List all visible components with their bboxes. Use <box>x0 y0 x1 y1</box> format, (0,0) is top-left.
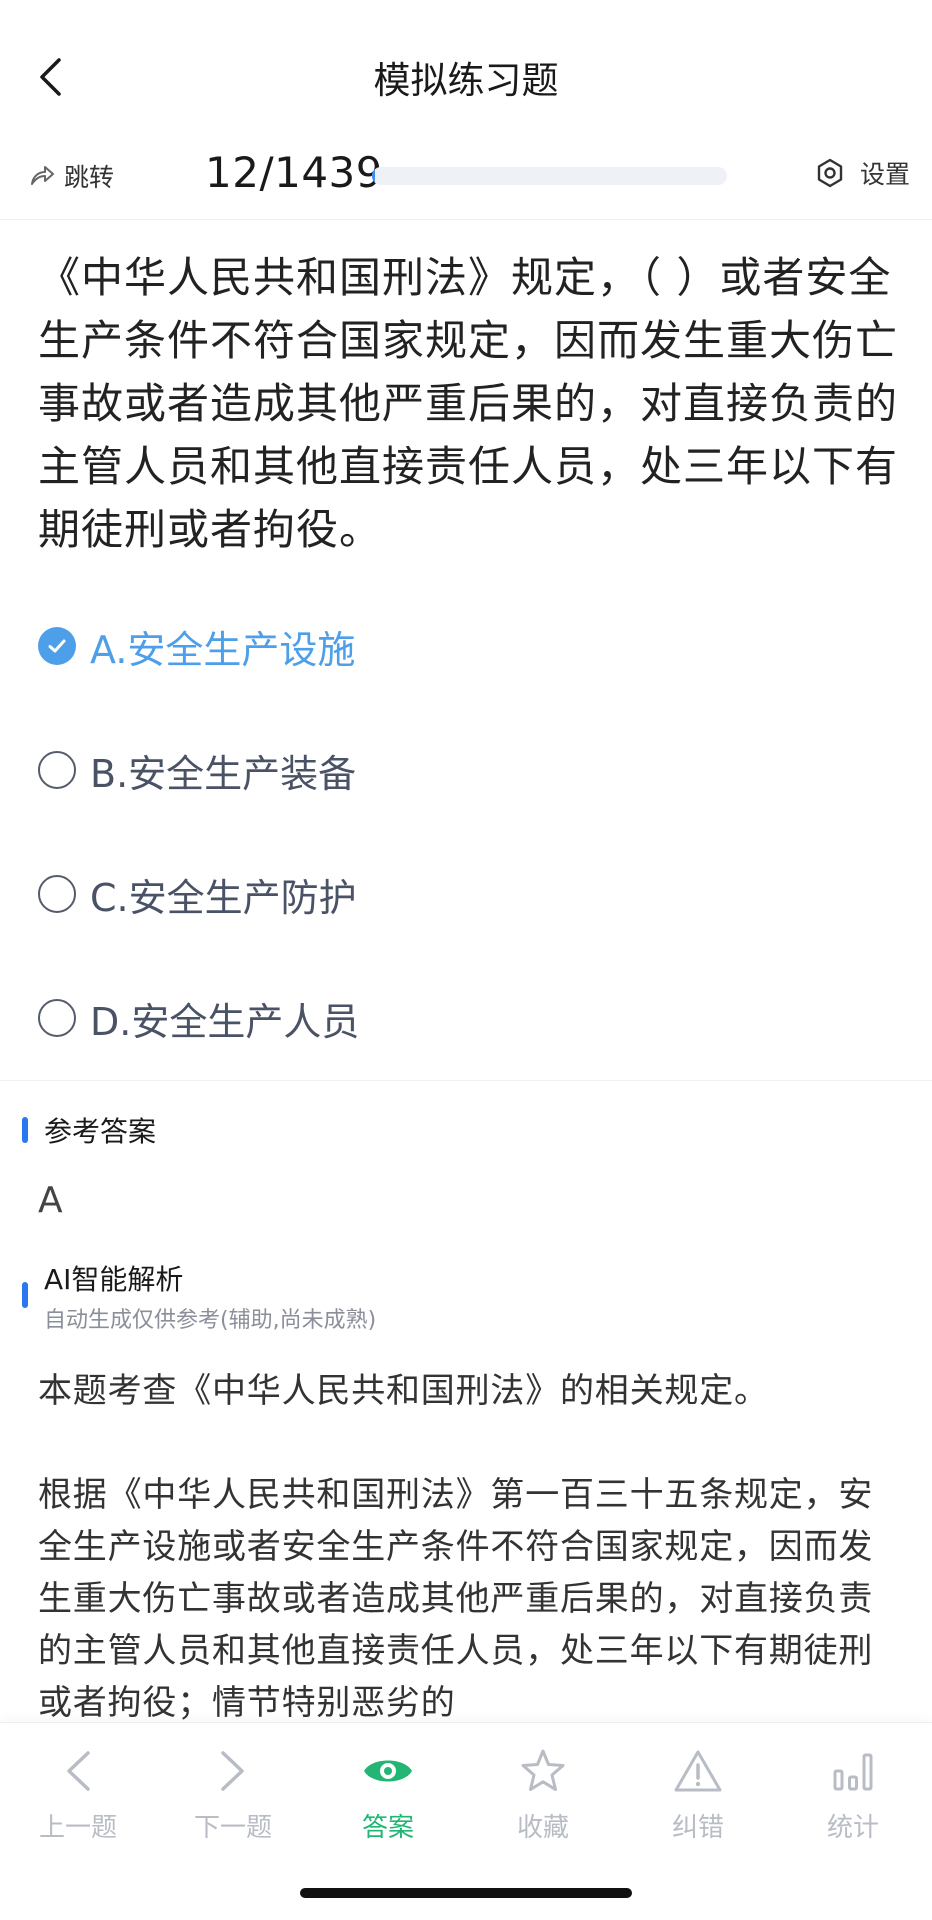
nav-statistics[interactable]: 统计 <box>793 1743 913 1844</box>
analysis-paragraph: 本题考查《中华人民共和国刑法》的相关规定。 <box>38 1371 769 1411</box>
divider <box>0 1080 932 1081</box>
option-radio <box>38 999 76 1037</box>
progress-bar <box>372 167 727 185</box>
progress-row: 跳转 12/1439 设置 <box>0 140 932 220</box>
option-radio <box>38 875 76 913</box>
page-title: 模拟练习题 <box>373 59 559 102</box>
option-c[interactable]: C.安全生产防护 <box>38 864 357 924</box>
option-label: A.安全生产设施 <box>90 627 356 672</box>
chevron-right-icon <box>221 1751 244 1791</box>
section-accent-bar <box>22 1117 28 1143</box>
option-d[interactable]: D.安全生产人员 <box>38 988 359 1048</box>
jump-label: 跳转 <box>64 163 115 192</box>
question-text: 《中华人民共和国刑法》规定，（ ）或者安全生产条件不符合国家规定，因而发生重大伤… <box>38 253 899 554</box>
nav-label: 上一题 <box>38 1813 117 1843</box>
bar-chart-icon <box>833 1753 873 1791</box>
option-label: C.安全生产防护 <box>90 875 357 920</box>
option-a[interactable]: A.安全生产设施 <box>38 616 355 676</box>
section-accent-bar <box>22 1282 28 1308</box>
eye-icon <box>364 1760 412 1782</box>
nav-label: 下一题 <box>193 1813 272 1843</box>
option-radio <box>38 627 76 665</box>
chevron-left-icon <box>67 1751 90 1791</box>
reference-answer-value: A <box>38 1180 63 1221</box>
option-label: D.安全生产人员 <box>90 999 360 1044</box>
nav-report-error[interactable]: 纠错 <box>638 1743 758 1844</box>
nav-label: 纠错 <box>671 1813 724 1843</box>
ai-analysis-subtitle: 自动生成仅供参考(辅助,尚未成熟) <box>44 1308 377 1333</box>
checkmark-icon <box>48 639 66 653</box>
reference-answer-header: 参考答案 <box>22 1110 156 1150</box>
nav-next-question[interactable]: 下一题 <box>173 1743 293 1844</box>
settings-button[interactable]: 设置 <box>814 155 910 191</box>
option-radio <box>38 751 76 789</box>
share-arrow-icon <box>31 166 54 185</box>
nav-label: 答案 <box>361 1813 414 1843</box>
header: 模拟练习题 <box>0 0 932 150</box>
warning-icon <box>674 1750 722 1792</box>
nav-answer[interactable]: 答案 <box>328 1743 448 1844</box>
question-counter: 12/1439 <box>205 148 383 197</box>
settings-label: 设置 <box>859 160 910 189</box>
gear-icon <box>817 158 843 188</box>
nav-prev-question[interactable]: 上一题 <box>18 1743 138 1844</box>
option-label: B.安全生产装备 <box>90 751 357 796</box>
star-icon <box>521 1749 565 1791</box>
option-b[interactable]: B.安全生产装备 <box>38 740 356 800</box>
nav-label: 收藏 <box>516 1813 569 1843</box>
reference-answer-title: 参考答案 <box>44 1115 157 1148</box>
nav-label: 统计 <box>826 1813 879 1843</box>
jump-button[interactable]: 跳转 <box>28 158 114 194</box>
ai-analysis-text: 本题考查《中华人民共和国刑法》的相关规定。 根据《中华人民共和国刑法》第一百三十… <box>38 1365 898 1781</box>
ai-analysis-title: AI智能解析 <box>44 1263 184 1296</box>
nav-favorite[interactable]: 收藏 <box>483 1743 603 1844</box>
analysis-paragraph: 根据《中华人民共和国刑法》第一百三十五条规定，安全生产设施或者安全生产条件不符合… <box>38 1475 874 1723</box>
home-indicator <box>300 1888 632 1898</box>
